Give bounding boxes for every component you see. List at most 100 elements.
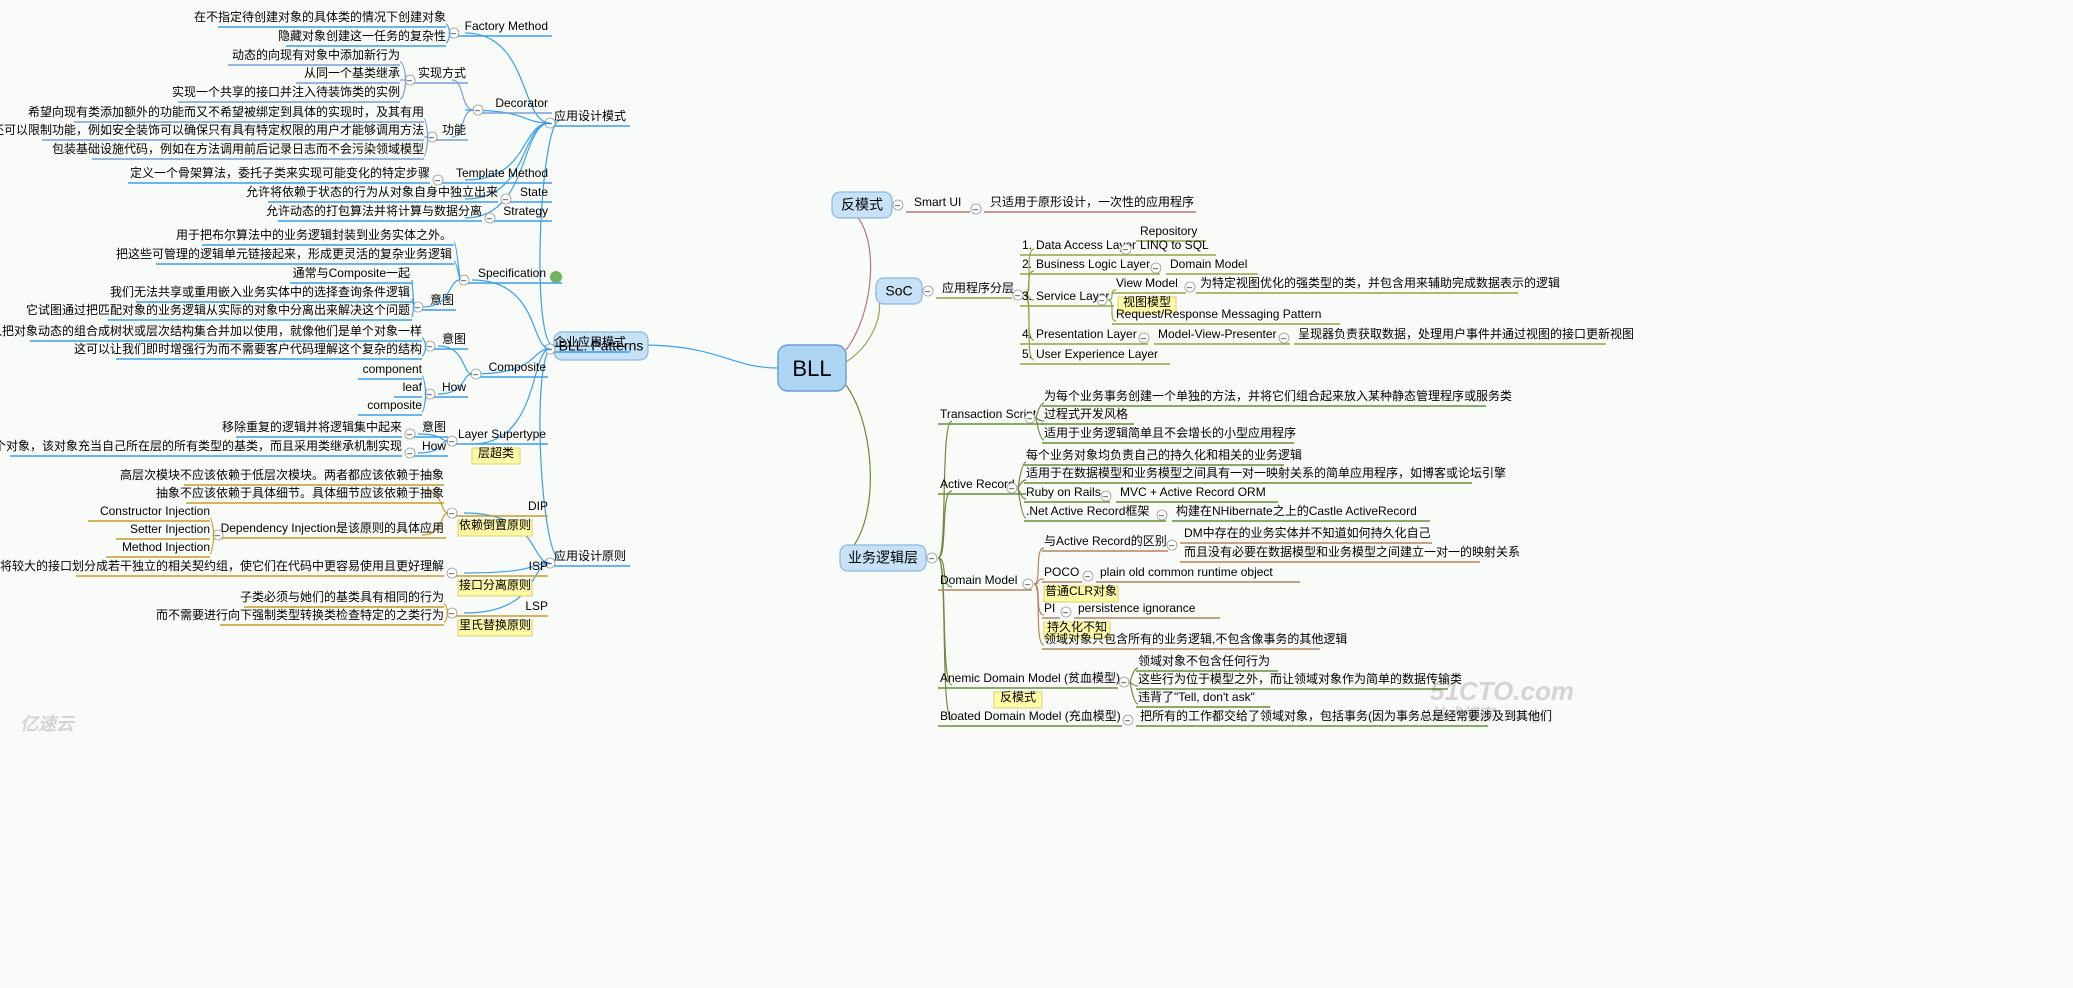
spec-l4: 它试图通过把匹配对象的业务逻辑从实际的对象中分离出来解决这个问题 bbox=[26, 302, 410, 317]
svg-text:–: – bbox=[1187, 282, 1192, 292]
svg-text:–: – bbox=[929, 553, 934, 563]
svg-text:–: – bbox=[1159, 510, 1164, 520]
req-resp: Request/Response Messaging Pattern bbox=[1116, 307, 1321, 321]
svg-text:–: – bbox=[1169, 540, 1174, 550]
watermark-cn: 技术博客 bbox=[1430, 706, 1497, 724]
lsp[interactable]: LSP bbox=[525, 599, 548, 613]
mvp[interactable]: Model-View-Presenter bbox=[1158, 327, 1277, 341]
comp-how[interactable]: How bbox=[442, 380, 466, 394]
anemic-l1: 这些行为位于模型之外，而让领域对象作为简单的数据传输类 bbox=[1138, 671, 1462, 686]
l1-leaf-1: LINQ to SQL bbox=[1140, 238, 1209, 252]
grp-enterprise-pattern[interactable]: 企业应用模式 bbox=[554, 334, 626, 349]
anti-label: 反模式 bbox=[841, 197, 883, 213]
svg-text:–: – bbox=[427, 389, 432, 399]
dec-func-2: 包装基础设施代码，例如在方法调用前后记录日志而不会污染领域模型 bbox=[52, 141, 424, 156]
comp-l0: 它可以把对象动态的组合成树状或层次结构集合并加以使用，就像他们是单个对象一样 bbox=[0, 323, 422, 338]
l4-name[interactable]: Presentation Layer bbox=[1036, 327, 1137, 341]
tm-leaf: 定义一个骨架算法，委托子类来实现可能变化的特定步骤 bbox=[130, 165, 430, 180]
grp-design-principle[interactable]: 应用设计原则 bbox=[554, 548, 626, 563]
ar-l1: 适用于在数据模型和业务模型之间具有一对一映射关系的简单应用程序，如博客或论坛引擎 bbox=[1026, 465, 1506, 480]
svg-text:–: – bbox=[449, 436, 454, 446]
l3-num: 3. bbox=[1022, 289, 1032, 303]
pi[interactable]: PI bbox=[1044, 601, 1055, 615]
watermark-51cto: 51CTO.com bbox=[1430, 676, 1574, 706]
svg-text:–: – bbox=[415, 302, 420, 312]
poco-hl: 普通CLR对象 bbox=[1045, 584, 1117, 598]
svg-text:–: – bbox=[407, 75, 412, 85]
lsp-hl: 里氏替换原则 bbox=[459, 618, 531, 632]
app-layers[interactable]: 应用程序分层 bbox=[942, 280, 1014, 295]
ar-ror[interactable]: Ruby on Rails bbox=[1026, 485, 1101, 499]
ls-how[interactable]: How bbox=[422, 439, 446, 453]
state-leaf: 允许将依赖于状态的行为从对象自身中独立出来 bbox=[246, 184, 498, 199]
strategy-leaf: 允许动态的打包算法并将计算与数据分离 bbox=[266, 203, 482, 218]
smart-ui[interactable]: Smart UI bbox=[914, 195, 961, 209]
template-method[interactable]: Template Method bbox=[456, 166, 548, 180]
di-2: Method Injection bbox=[122, 540, 210, 554]
ar-net[interactable]: .Net Active Record框架 bbox=[1026, 504, 1149, 518]
svg-text:–: – bbox=[473, 369, 478, 379]
isp-l0: 将较大的接口划分成若干独立的相关契约组，使它们在代码中更容易使用且更好理解 bbox=[0, 558, 444, 573]
biz-logic-node[interactable]: 业务逻辑层 bbox=[840, 545, 926, 571]
decorator-impl[interactable]: 实现方式 bbox=[418, 65, 466, 80]
anemic-dm[interactable]: Anemic Domain Model (贫血模型) bbox=[940, 670, 1120, 685]
ls-intent[interactable]: 意图 bbox=[422, 419, 446, 434]
layer-supertype[interactable]: Layer Supertype bbox=[458, 427, 546, 441]
ar-ror-leaf: MVC + Active Record ORM bbox=[1120, 485, 1266, 499]
dip-di[interactable]: Dependency Injection是该原则的具体应用 bbox=[221, 520, 444, 535]
isp-hl: 接口分离原则 bbox=[459, 577, 531, 592]
svg-text:–: – bbox=[449, 608, 454, 618]
comp-intent[interactable]: 意图 bbox=[442, 331, 466, 346]
isp[interactable]: ISP bbox=[529, 559, 548, 573]
tx-l0: 为每个业务事务创建一个单独的方法，并将它们组合起来放入某种静态管理程序或服务类 bbox=[1044, 388, 1512, 403]
state[interactable]: State bbox=[520, 185, 548, 199]
svg-text:–: – bbox=[435, 175, 440, 185]
poco[interactable]: POCO bbox=[1044, 565, 1079, 579]
mindmap-canvas: BLL BLL: Patterns 应用设计模式 – 企业应用模式 – 应用设计… bbox=[0, 0, 2073, 988]
root-node[interactable]: BLL bbox=[778, 345, 846, 391]
layer-supertype-hl: 层超类 bbox=[478, 445, 514, 460]
dip-l0: 高层次模块不应该依赖于低层次模块。两者都应该依赖于抽象 bbox=[120, 467, 444, 482]
soc-node[interactable]: SoC bbox=[876, 278, 922, 304]
comp-how-2: composite bbox=[367, 398, 422, 412]
grp-app-design-pattern[interactable]: 应用设计模式 bbox=[554, 108, 626, 123]
strategy[interactable]: Strategy bbox=[503, 204, 548, 218]
ar-net-leaf: 构建在NHibernate之上的Castle ActiveRecord bbox=[1176, 503, 1417, 518]
svg-text:–: – bbox=[487, 213, 492, 223]
factory-method[interactable]: Factory Method bbox=[465, 19, 548, 33]
view-model-leaf: 为特定视图优化的强类型的类，并包含用来辅助完成数据表示的逻辑 bbox=[1200, 275, 1560, 290]
svg-text:–: – bbox=[429, 132, 434, 142]
composite[interactable]: Composite bbox=[489, 360, 547, 374]
svg-text:–: – bbox=[503, 194, 508, 204]
lsp-l1: 而不需要进行向下强制类型转换类检查特定的之类行为 bbox=[156, 607, 444, 622]
dip[interactable]: DIP bbox=[528, 499, 548, 513]
dec-func-1: 还可以限制功能，例如安全装饰可以确保只有具有特定权限的用户才能够调用方法 bbox=[0, 122, 424, 137]
fm-leaf-1: 隐藏对象创建这一任务的复杂性 bbox=[278, 28, 446, 43]
bloated-dm[interactable]: Bloated Domain Model (充血模型) bbox=[940, 708, 1121, 723]
fm-leaf-0: 在不指定待创建对象的具体类的情况下创建对象 bbox=[194, 9, 446, 24]
decorator[interactable]: Decorator bbox=[495, 96, 548, 110]
mvp-leaf: 呈现器负责获取数据，处理用户事件并通过视图的接口更新视图 bbox=[1298, 326, 1634, 341]
domain-model[interactable]: Domain Model bbox=[940, 573, 1017, 587]
active-record[interactable]: Active Record bbox=[940, 477, 1015, 491]
anemic-hl: 反模式 bbox=[1000, 690, 1036, 704]
decorator-func[interactable]: 功能 bbox=[442, 123, 466, 137]
spec-l1: 把这些可管理的逻辑单元链接起来，形成更灵活的复杂业务逻辑 bbox=[116, 246, 452, 261]
root-label: BLL bbox=[792, 356, 831, 381]
svg-text:–: – bbox=[1063, 607, 1068, 617]
l2-name[interactable]: Business Logic Layer bbox=[1036, 257, 1150, 271]
di-0: Constructor Injection bbox=[100, 504, 210, 518]
view-model[interactable]: View Model bbox=[1116, 276, 1178, 290]
svg-text:–: – bbox=[1153, 263, 1158, 273]
dm-diff[interactable]: 与Active Record的区别 bbox=[1044, 533, 1167, 548]
svg-text:–: – bbox=[461, 275, 466, 285]
svg-text:–: – bbox=[1009, 483, 1014, 493]
specification[interactable]: Specification bbox=[478, 266, 546, 280]
anti-pattern-node[interactable]: 反模式 bbox=[832, 192, 892, 218]
svg-text:–: – bbox=[925, 286, 930, 296]
tx-script[interactable]: Transaction Script bbox=[940, 407, 1037, 421]
dec-func-0: 希望向现有类添加额外的功能而又不希望被绑定到具体的实现时，及其有用 bbox=[28, 104, 424, 119]
svg-text:–: – bbox=[449, 508, 454, 518]
l1-num: 1. bbox=[1022, 238, 1032, 252]
ls-l0: 移除重复的逻辑并将逻辑集中起来 bbox=[222, 419, 402, 434]
